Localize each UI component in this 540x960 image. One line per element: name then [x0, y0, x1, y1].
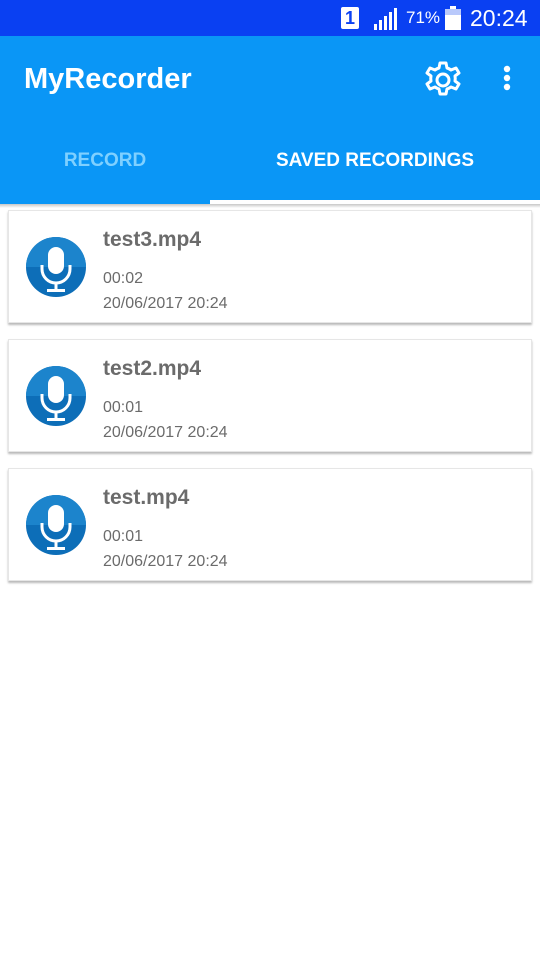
- recording-name: test3.mp4: [103, 228, 202, 251]
- recording-duration: 00:01: [103, 528, 144, 545]
- microphone-icon: [26, 237, 86, 297]
- recording-name: test2.mp4: [103, 357, 202, 380]
- app-bar: MyRecorder RECORD SAVED RECORDINGS: [0, 36, 540, 204]
- signal-strength-icon: [374, 8, 397, 30]
- app-title: MyRecorder: [24, 63, 192, 95]
- sim-card-icon: 1: [341, 7, 359, 29]
- recording-date: 20/06/2017 20:24: [103, 424, 228, 441]
- recording-card[interactable]: test2.mp4 00:01 20/06/2017 20:24: [8, 339, 532, 452]
- tab-saved-recordings[interactable]: SAVED RECORDINGS: [240, 131, 510, 204]
- recording-duration: 00:02: [103, 270, 144, 287]
- battery-icon: [445, 6, 461, 30]
- app-bar-shadow: [0, 204, 540, 208]
- settings-gear-icon[interactable]: [421, 58, 465, 102]
- recording-duration: 00:01: [103, 399, 144, 416]
- recording-date: 20/06/2017 20:24: [103, 553, 228, 570]
- recording-card[interactable]: test3.mp4 00:02 20/06/2017 20:24: [8, 210, 532, 323]
- recording-name: test.mp4: [103, 486, 190, 509]
- tab-record[interactable]: RECORD: [0, 131, 240, 204]
- recording-date: 20/06/2017 20:24: [103, 295, 228, 312]
- battery-percent: 71%: [406, 8, 441, 27]
- microphone-icon: [26, 495, 86, 555]
- microphone-icon: [26, 366, 86, 426]
- more-vert-icon[interactable]: [494, 58, 520, 102]
- status-bar: 1 71% 20:24: [0, 0, 540, 36]
- status-time: 20:24: [470, 5, 528, 31]
- recording-card[interactable]: test.mp4 00:01 20/06/2017 20:24: [8, 468, 532, 581]
